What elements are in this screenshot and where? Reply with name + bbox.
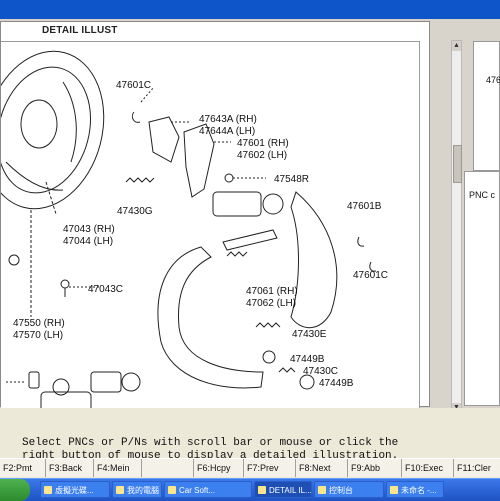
pnc-label[interactable]: 47449B — [290, 354, 325, 365]
pnc-detail-label: PNC c — [469, 190, 496, 200]
pnc-label[interactable]: 47430C — [303, 366, 338, 377]
function-key-bar: F2:Pmt F3:Back F4:Mein F6:Hcpy F7:Prev F… — [0, 458, 500, 479]
f3-back-button[interactable]: F3:Back — [46, 459, 94, 477]
taskbar-item-active[interactable]: DETAIL IL... — [254, 481, 312, 498]
pnc-label[interactable]: 47643A (RH) — [199, 114, 257, 125]
illust-vertical-scrollbar[interactable]: ▲ ▼ — [451, 40, 462, 414]
pnc-label[interactable]: 47043 (RH) — [63, 224, 115, 235]
virtual-drive-icon — [44, 486, 52, 494]
taskbar-item-label: 控制台 — [329, 486, 353, 495]
taskbar-item[interactable]: 虛擬光碟... — [40, 481, 110, 498]
taskbar-item[interactable]: 控制台 — [314, 481, 384, 498]
control-panel-icon — [318, 486, 326, 494]
pnc-label[interactable]: 47449B — [319, 378, 354, 389]
scroll-thumb[interactable] — [453, 145, 462, 183]
backing-plate-illustration — [1, 50, 105, 210]
instruction-line-1: Select PNCs or P/Ns with scroll bar or m… — [22, 437, 399, 449]
brake-drawing[interactable]: 47601C 47643A (RH) 47644A (LH) 47601 (RH… — [1, 42, 419, 417]
f10-exec-button[interactable]: F10:Exec — [402, 459, 454, 477]
taskbar-item[interactable]: 未命名 -... — [386, 481, 444, 498]
f8-next-button[interactable]: F8:Next — [296, 459, 348, 477]
window-title-bar — [0, 0, 500, 19]
f5-empty-button[interactable] — [142, 459, 194, 477]
f2-prompt-button[interactable]: F2:Pmt — [0, 459, 46, 477]
pnc-label[interactable]: 47062 (LH) — [246, 298, 296, 309]
pnc-list-label: 476 — [486, 75, 500, 85]
pnc-label[interactable]: 47601 (RH) — [237, 138, 289, 149]
pnc-label[interactable]: 47430E — [292, 329, 327, 340]
detail-illust-frame: DETAIL ILLUST 47601C 47643A (RH) 47644A … — [0, 21, 430, 418]
pnc-list-panel[interactable]: 476 — [473, 41, 500, 171]
app-icon — [168, 486, 176, 494]
pnc-label[interactable]: 47601C — [353, 270, 388, 281]
pnc-label[interactable]: 47570 (LH) — [13, 330, 63, 341]
illust-title: DETAIL ILLUST — [42, 25, 118, 36]
pnc-label[interactable]: 47602 (LH) — [237, 150, 287, 161]
f4-main-button[interactable]: F4:Mein — [94, 459, 142, 477]
notepad-icon — [390, 486, 398, 494]
pnc-label[interactable]: 47043C — [88, 284, 123, 295]
pnc-detail-panel[interactable]: PNC c — [464, 171, 500, 406]
main-panel: DETAIL ILLUST 47601C 47643A (RH) 47644A … — [0, 19, 500, 457]
pnc-label[interactable]: 47548R — [274, 174, 309, 185]
taskbar-item-label: 虛擬光碟... — [55, 486, 94, 495]
pnc-label[interactable]: 47644A (LH) — [199, 126, 255, 137]
f7-prev-button[interactable]: F7:Prev — [244, 459, 296, 477]
instruction-area: Select PNCs or P/Ns with scroll bar or m… — [0, 408, 500, 462]
f11-clear-button[interactable]: F11:Cler — [454, 459, 500, 477]
pnc-label[interactable]: 47601C — [116, 80, 151, 91]
f9-abb-button[interactable]: F9:Abb — [348, 459, 402, 477]
taskbar-item-label: Car Soft... — [179, 486, 216, 495]
pnc-label[interactable]: 47044 (LH) — [63, 236, 113, 247]
scroll-up-icon[interactable]: ▲ — [452, 41, 461, 51]
drawing-area[interactable]: 47601C 47643A (RH) 47644A (LH) 47601 (RH… — [1, 41, 420, 418]
taskbar-item[interactable]: Car Soft... — [164, 481, 252, 498]
taskbar-item-label: 我的電腦 — [127, 486, 159, 495]
windows-taskbar: 虛擬光碟... 我的電腦 Car Soft... DETAIL IL... 控制… — [0, 478, 500, 501]
f6-hardcopy-button[interactable]: F6:Hcpy — [194, 459, 244, 477]
app-icon — [258, 486, 266, 494]
start-button[interactable] — [0, 479, 30, 501]
taskbar-item[interactable]: 我的電腦 — [112, 481, 162, 498]
pnc-label[interactable]: 47430G — [117, 206, 153, 217]
pnc-label[interactable]: 47550 (RH) — [13, 318, 65, 329]
taskbar-item-label: DETAIL IL... — [269, 486, 312, 495]
pnc-label[interactable]: 47601B — [347, 201, 382, 212]
computer-icon — [116, 486, 124, 494]
pnc-label[interactable]: 47061 (RH) — [246, 286, 298, 297]
taskbar-item-label: 未命名 -... — [401, 486, 437, 495]
